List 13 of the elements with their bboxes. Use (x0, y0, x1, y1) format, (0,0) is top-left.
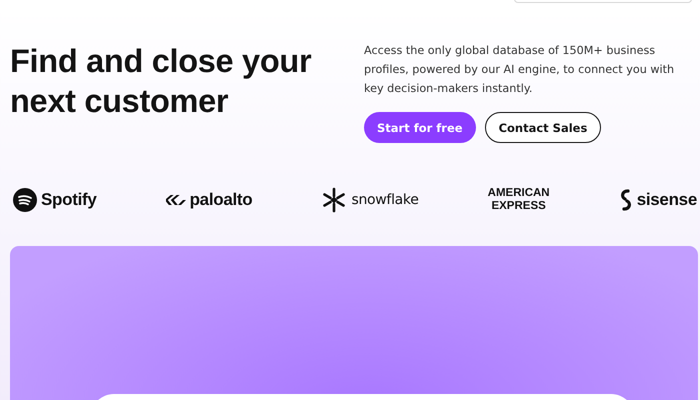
hook-icon (618, 189, 633, 211)
logo-text: snowflake (351, 192, 419, 208)
headline: Find and close your next customer (10, 42, 312, 121)
circle-waves-icon (13, 188, 37, 212)
start-button[interactable]: Start for free (364, 112, 476, 143)
snowflake-icon (321, 187, 348, 213)
description: Access the only global database of 150M+ business profiles, powered by our AI engine, to connect you with key decision-makers instantly. (364, 43, 676, 97)
stripes-icon (166, 193, 186, 207)
logo-text: paloalto (190, 190, 252, 210)
contact-button[interactable]: Contact Sales (484, 112, 602, 143)
logo-text: sisense (636, 190, 697, 210)
logo-text: Spotify (41, 190, 97, 210)
logo-text: AMERICAN EXPRESS (488, 187, 550, 213)
